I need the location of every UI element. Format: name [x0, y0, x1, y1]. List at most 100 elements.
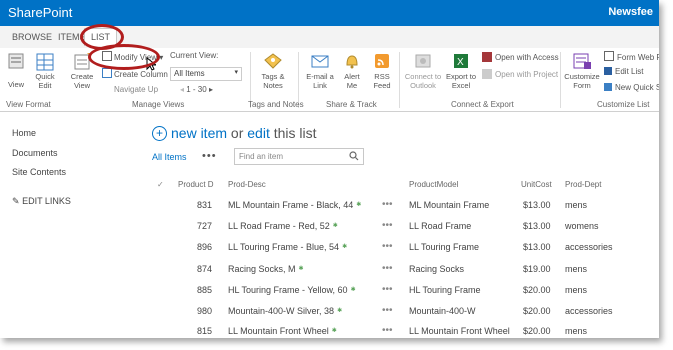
- tags-notes-label: Tags & Notes: [261, 72, 285, 90]
- col-unit-cost[interactable]: UnitCost: [521, 180, 552, 189]
- cell-cost: $19.00: [523, 264, 551, 274]
- edit-links[interactable]: ✎ EDIT LINKS: [12, 196, 71, 207]
- paging-control[interactable]: ◂ 1 - 30 ▸: [180, 85, 213, 94]
- row-menu[interactable]: •••: [382, 220, 393, 231]
- new-item-icon: ✱: [337, 308, 343, 314]
- nav-home[interactable]: Home: [12, 128, 36, 138]
- project-icon: [482, 69, 492, 79]
- current-view-select[interactable]: All Items ▾: [170, 67, 242, 81]
- excel-icon: X: [454, 54, 468, 68]
- create-view-label: Create View: [70, 72, 94, 90]
- cell-desc-text: Mountain-400-W Silver, 38: [228, 306, 335, 316]
- export-excel-button[interactable]: X Export to Excel: [444, 52, 478, 90]
- cell-cost: $20.00: [523, 306, 551, 316]
- connect-outlook-button[interactable]: Connect to Outlook: [404, 52, 442, 90]
- cell-model: Racing Socks: [409, 264, 465, 274]
- cell-model: LL Road Frame: [409, 221, 472, 231]
- email-icon: [311, 55, 329, 68]
- cell-cost: $13.00: [523, 242, 551, 252]
- group-connect-export: Connect & Export: [451, 100, 514, 109]
- navigate-up-button[interactable]: Navigate Up: [114, 85, 158, 94]
- tab-browse[interactable]: BROWSE: [12, 32, 52, 42]
- edit-list-button[interactable]: Edit List: [604, 67, 643, 76]
- nav-documents[interactable]: Documents: [12, 148, 58, 158]
- newsfeed-link[interactable]: Newsfee: [608, 6, 653, 18]
- new-item-link[interactable]: new item: [171, 125, 227, 141]
- cell-id: 831: [196, 200, 212, 210]
- connect-outlook-label: Connect to Outlook: [404, 72, 442, 90]
- cell-dept: mens: [565, 264, 588, 274]
- col-prod-desc[interactable]: Prod-Desc: [228, 180, 266, 189]
- create-column-label: Create Column: [114, 70, 168, 79]
- search-placeholder: Find an item: [239, 152, 284, 161]
- new-quick-step-label: New Quick S: [615, 83, 659, 92]
- row-menu[interactable]: •••: [382, 284, 393, 295]
- row-menu[interactable]: •••: [382, 305, 393, 316]
- cell-desc-text: ML Mountain Frame - Black, 44: [228, 200, 354, 210]
- tags-notes-button[interactable]: Tags & Notes: [256, 52, 290, 90]
- view-more-options[interactable]: •••: [202, 150, 217, 162]
- cell-desc-text: Racing Socks, M: [228, 264, 296, 274]
- col-product-model[interactable]: ProductModel: [409, 180, 458, 189]
- customize-form-button[interactable]: Customize Form: [564, 52, 600, 90]
- cell-cost: $13.00: [523, 221, 551, 231]
- edit-links-label: EDIT LINKS: [22, 196, 71, 206]
- row-menu[interactable]: •••: [382, 325, 393, 336]
- cell-desc[interactable]: LL Road Frame - Red, 52 ✱: [228, 221, 338, 231]
- new-item-icon: ✱: [298, 266, 304, 272]
- suite-bar: SharePoint Newsfee: [0, 0, 659, 26]
- open-access-button[interactable]: Open with Access: [482, 52, 559, 62]
- cell-desc[interactable]: Mountain-400-W Silver, 38 ✱: [228, 306, 342, 316]
- search-icon: [349, 151, 359, 161]
- view-button[interactable]: View: [4, 52, 28, 89]
- plus-icon[interactable]: +: [152, 126, 167, 141]
- edit-list-icon: [604, 67, 612, 75]
- or-text: or: [230, 125, 244, 141]
- export-excel-label: Export to Excel: [445, 72, 476, 90]
- cell-desc-text: LL Touring Frame - Blue, 54: [228, 242, 340, 252]
- cell-desc[interactable]: LL Mountain Front Wheel ✱: [228, 326, 337, 336]
- cell-desc[interactable]: Racing Socks, M ✱: [228, 264, 304, 274]
- row-menu[interactable]: •••: [382, 263, 393, 274]
- pencil-icon: ✎: [12, 196, 20, 206]
- view-icon: [8, 53, 24, 69]
- cell-id: 815: [196, 326, 212, 336]
- cell-cost: $20.00: [523, 285, 551, 295]
- search-input[interactable]: Find an item: [234, 148, 364, 165]
- form-web-parts-button[interactable]: Form Web P: [604, 51, 659, 62]
- cell-dept: womens: [565, 221, 599, 231]
- row-menu[interactable]: •••: [382, 241, 393, 252]
- edit-link[interactable]: edit: [247, 125, 270, 141]
- customize-form-icon: [573, 53, 591, 69]
- row-menu[interactable]: •••: [382, 199, 393, 210]
- open-project-label: Open with Project: [495, 70, 559, 79]
- ribbon-separator: [560, 52, 561, 108]
- new-item-icon: ✱: [331, 328, 337, 334]
- select-all-check[interactable]: ✓: [157, 180, 164, 189]
- email-link-button[interactable]: E-mail a Link: [303, 52, 337, 90]
- new-item-icon: ✱: [342, 244, 348, 250]
- nav-site-contents[interactable]: Site Contents: [12, 167, 66, 177]
- new-item-prompt: + new item or edit this list: [152, 125, 317, 141]
- cell-desc[interactable]: LL Touring Frame - Blue, 54 ✱: [228, 242, 347, 252]
- navigate-up-label: Navigate Up: [114, 85, 159, 94]
- open-access-label: Open with Access: [495, 53, 559, 62]
- create-column-button[interactable]: Create Column: [102, 68, 168, 79]
- cell-id: 980: [196, 306, 212, 316]
- cell-desc[interactable]: ML Mountain Frame - Black, 44 ✱: [228, 200, 361, 210]
- cell-desc[interactable]: HL Touring Frame - Yellow, 60 ✱: [228, 285, 356, 295]
- outlook-icon: [415, 54, 431, 68]
- rss-icon: [375, 54, 389, 68]
- new-quick-step-button[interactable]: New Quick S: [604, 83, 659, 92]
- rss-feed-button[interactable]: RSS Feed: [370, 52, 394, 90]
- view-all-items[interactable]: All Items: [152, 152, 187, 162]
- bell-icon: [346, 55, 358, 69]
- col-prod-dept[interactable]: Prod-Dept: [565, 180, 601, 189]
- cell-cost: $20.00: [523, 326, 551, 336]
- new-item-icon: ✱: [350, 287, 356, 293]
- open-project-button[interactable]: Open with Project: [482, 69, 558, 79]
- col-product-id[interactable]: Product D: [178, 180, 214, 189]
- alert-me-button[interactable]: Alert Me: [340, 52, 364, 90]
- tags-notes-icon: [264, 53, 282, 69]
- quick-edit-button[interactable]: Quick Edit: [30, 52, 60, 90]
